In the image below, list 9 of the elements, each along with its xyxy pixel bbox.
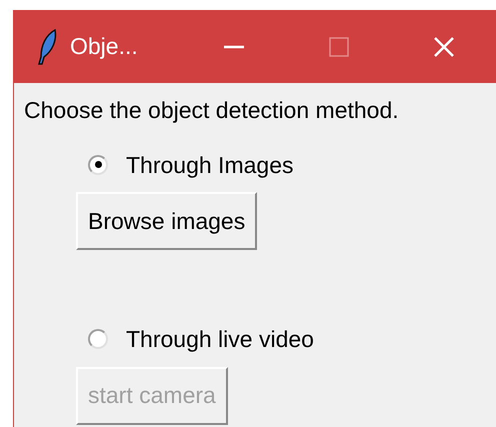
feather-icon — [38, 28, 58, 64]
radio-label[interactable]: Through Images — [126, 148, 294, 182]
radio-button[interactable] — [88, 154, 108, 175]
radio-label[interactable]: Through live video — [126, 322, 314, 356]
close-icon[interactable] — [432, 34, 456, 58]
browse-button[interactable]: Browse images — [76, 192, 258, 250]
prompt-text: Choose the object detection method. — [24, 96, 400, 125]
radio-button[interactable] — [88, 329, 108, 350]
window-title: Obje... — [70, 32, 139, 62]
